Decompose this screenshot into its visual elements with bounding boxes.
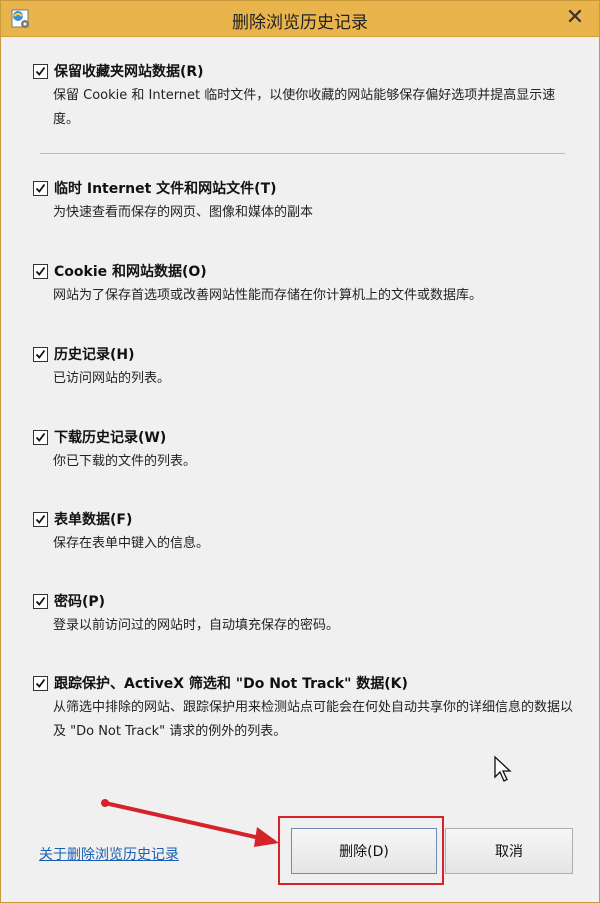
option-description: 已访问网站的列表。 [53,371,171,386]
option-description: 网站为了保存首选项或改善网站性能而存储在你计算机上的文件或数据库。 [53,288,483,303]
cancel-button[interactable]: 取消 [445,828,573,874]
option-label: 表单数据(F) [54,512,133,528]
annotation-arrow-icon [101,799,279,847]
checkbox-cookies[interactable] [33,263,48,279]
option-temp-files: 临时 Internet 文件和网站文件(T) 为快速查看而保存的网页、图像和媒体… [33,178,573,225]
mouse-pointer-icon [494,755,512,782]
option-download-history: 下载历史记录(W) 你已下载的文件的列表。 [33,427,573,474]
checkbox-preserve-favorites[interactable] [33,63,48,79]
delete-button[interactable]: 删除(D) [291,828,437,874]
option-history: 历史记录(H) 已访问网站的列表。 [33,344,573,391]
dialog-body: 保留收藏夹网站数据(R) 保留 Cookie 和 Internet 临时文件，以… [9,37,591,895]
title-bar: 删除浏览历史记录 ✕ [1,1,599,37]
option-cookies: Cookie 和网站数据(O) 网站为了保存首选项或改善网站性能而存储在你计算机… [33,261,573,308]
option-label: 密码(P) [54,594,106,610]
checkbox-tracking-protection[interactable] [33,675,48,691]
option-description: 登录以前访问过的网站时，自动填充保存的密码。 [53,618,340,633]
checkbox-passwords[interactable] [33,593,48,609]
option-description: 保留 Cookie 和 Internet 临时文件，以使你收藏的网站能够保存偏好… [53,88,556,127]
option-tracking-protection: 跟踪保护、ActiveX 筛选和 "Do Not Track" 数据(K) 从筛… [33,673,573,744]
option-label: Cookie 和网站数据(O) [54,264,207,280]
option-label: 下载历史记录(W) [54,430,167,446]
option-label: 跟踪保护、ActiveX 筛选和 "Do Not Track" 数据(K) [54,676,408,692]
option-description: 从筛选中排除的网站、跟踪保护用来检测站点可能会在何处自动共享你的详细信息的数据以… [53,700,574,739]
option-form-data: 表单数据(F) 保存在表单中键入的信息。 [33,509,573,556]
close-icon[interactable]: ✕ [561,5,589,31]
checkbox-history[interactable] [33,346,48,362]
option-description: 保存在表单中键入的信息。 [53,536,210,551]
option-passwords: 密码(P) 登录以前访问过的网站时，自动填充保存的密码。 [33,591,573,638]
checkbox-download-history[interactable] [33,429,48,445]
option-description: 为快速查看而保存的网页、图像和媒体的副本 [53,205,314,220]
option-label: 历史记录(H) [54,347,135,363]
option-label: 临时 Internet 文件和网站文件(T) [54,181,277,197]
option-preserve-favorites: 保留收藏夹网站数据(R) 保留 Cookie 和 Internet 临时文件，以… [33,61,573,132]
checkbox-temp-files[interactable] [33,180,48,196]
option-description: 你已下载的文件的列表。 [53,454,197,469]
divider [40,153,565,154]
option-label: 保留收藏夹网站数据(R) [54,64,204,80]
delete-history-dialog: 删除浏览历史记录 ✕ 保留收藏夹网站数据(R) 保留 Cookie 和 Inte… [0,0,600,903]
checkbox-form-data[interactable] [33,511,48,527]
window-title: 删除浏览历史记录 [232,13,368,33]
